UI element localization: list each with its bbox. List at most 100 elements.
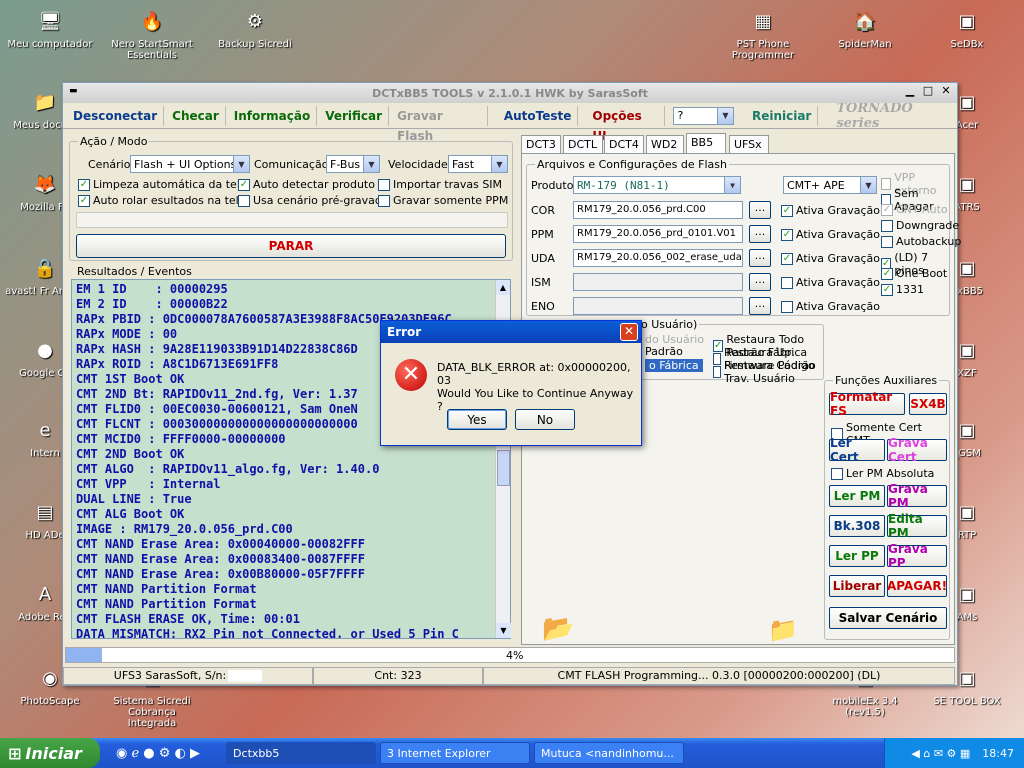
- browse-button[interactable]: ...: [749, 297, 771, 315]
- dialog-titlebar[interactable]: Error ✕: [381, 321, 641, 343]
- scroll-down-icon[interactable]: ▼: [496, 623, 511, 638]
- cenario-select[interactable]: Flash + UI Options ▼: [130, 155, 250, 173]
- grava-pm-button[interactable]: Grava PM: [887, 482, 947, 510]
- desktop-icon[interactable]: ⚙ Backup Sicredi: [210, 5, 300, 51]
- flash-file-field[interactable]: [573, 297, 743, 315]
- flash-file-field[interactable]: RM179_20.0.056_prd_0101.V01: [573, 225, 743, 243]
- tornado-logo: TORNADO series: [836, 100, 913, 131]
- edita-pm-button[interactable]: Edita PM: [887, 512, 947, 540]
- verificar-button[interactable]: Verificar: [319, 105, 390, 126]
- sx4b-button[interactable]: SX4B: [909, 393, 947, 415]
- yes-button[interactable]: Yes: [447, 409, 507, 430]
- option-checkbox[interactable]: ✓ 1331: [881, 283, 924, 296]
- salvar-cenario-button[interactable]: Salvar Cenário: [829, 607, 947, 629]
- checar-button[interactable]: Checar: [166, 105, 226, 126]
- desconectar-button[interactable]: Desconectar: [67, 105, 165, 126]
- scroll-up-icon[interactable]: ▲: [496, 280, 510, 295]
- tab-dct3[interactable]: DCT3: [521, 135, 561, 153]
- ativa-gravacao-checkbox[interactable]: ✓ Ativa Gravação: [781, 252, 880, 265]
- log-line: CMT NAND Erase Area: 0x00040000-00082FFF: [76, 537, 365, 551]
- ativa-gravacao-label: Ativa Gravação: [796, 228, 881, 241]
- ativa-gravacao-checkbox[interactable]: Ativa Gravação: [781, 276, 880, 289]
- system-menu-icon[interactable]: ▬: [69, 86, 79, 96]
- open-folder-icon[interactable]: 📂: [542, 614, 574, 644]
- reiniciar-button[interactable]: Reiniciar: [746, 105, 819, 126]
- desktop-icon[interactable]: 🖥 Meu computador: [5, 5, 95, 51]
- tab-dctl[interactable]: DCTL: [563, 135, 603, 153]
- auto-rolar-checkbox[interactable]: ✓ Auto rolar esultados na tela: [78, 194, 245, 207]
- parar-button[interactable]: PARAR: [76, 234, 506, 258]
- progress-bar: 4%: [65, 647, 955, 663]
- task-mutuca[interactable]: Mutuca <nandinhomu...: [534, 742, 685, 764]
- browse-button[interactable]: ...: [749, 249, 771, 267]
- start-button[interactable]: ⊞ Iniciar: [0, 738, 100, 768]
- minimize-button[interactable]: ▁: [903, 85, 917, 99]
- dialog-close-button[interactable]: ✕: [620, 323, 638, 341]
- flash-file-field[interactable]: RM179_20.0.056_002_erase_uda: [573, 249, 743, 267]
- tray-icons[interactable]: ◀ ⌂ ✉ ⚙ ▦: [911, 747, 970, 760]
- option-checkbox[interactable]: ✓ CNT Auto: [881, 203, 948, 216]
- maximize-button[interactable]: □: [921, 85, 935, 99]
- desktop-icon[interactable]: 🔥 Nero StartSmart Essentials: [107, 5, 197, 62]
- limpeza-checkbox[interactable]: ✓ Limpeza automática da tela: [78, 178, 247, 191]
- gravar-ppm-checkbox[interactable]: Gravar somente PPM: [378, 194, 508, 207]
- desktop-icon[interactable]: ▦ PST Phone Programmer: [718, 5, 808, 62]
- formatar-fs-button[interactable]: Formatar FS: [829, 390, 905, 418]
- restore-checkbox[interactable]: Restaura Código Trav. Usuário: [713, 359, 823, 385]
- usa-cenario-label: Usa cenário pré-gravado: [253, 194, 389, 207]
- close-button[interactable]: ✕: [939, 85, 953, 99]
- checkbox-empty-icon: [881, 219, 893, 232]
- quicklaunch-icons[interactable]: ◉ ℯ ● ⚙ ◐ ▶: [116, 746, 200, 761]
- clock[interactable]: 18:47: [982, 747, 1014, 760]
- ler-pp-button[interactable]: Ler PP: [829, 545, 885, 567]
- tab-wd2[interactable]: WD2: [646, 135, 684, 153]
- browse-button[interactable]: ...: [749, 225, 771, 243]
- tab-bb5[interactable]: BB5: [686, 133, 726, 154]
- folder-icon[interactable]: 📁: [768, 616, 798, 644]
- tab-dct4[interactable]: DCT4: [604, 135, 644, 153]
- auto-detectar-checkbox[interactable]: ✓ Auto detectar produto: [238, 178, 375, 191]
- option-checkbox[interactable]: Downgrade: [881, 219, 959, 232]
- gravar-flash-button[interactable]: Gravar Flash: [391, 105, 488, 143]
- opcoes-ui-button[interactable]: Opções UI: [586, 105, 666, 143]
- no-button[interactable]: No: [515, 409, 575, 430]
- ler-cert-button[interactable]: Ler Cert: [829, 436, 885, 464]
- window-titlebar[interactable]: ▬ DCTxBB5 TOOLS v 2.1.0.1 HWK by SarasSo…: [63, 83, 957, 103]
- ativa-gravacao-checkbox[interactable]: ✓ Ativa Gravação: [781, 228, 880, 241]
- cmt-select[interactable]: CMT+ APE ▼: [783, 176, 877, 194]
- option-checkbox[interactable]: ✓ One Boot: [881, 267, 947, 280]
- help-select[interactable]: ? ▼: [673, 106, 734, 125]
- task-dctxbb5[interactable]: Dctxbb5: [226, 742, 377, 764]
- funcoes-aux-group: Funções Auxiliares Formatar FS SX4B Some…: [824, 374, 950, 640]
- tab-ufsx[interactable]: UFSx: [729, 135, 769, 153]
- comunicacao-select[interactable]: F-Bus ▼: [326, 155, 380, 173]
- informacao-button[interactable]: Informação: [228, 105, 318, 126]
- desktop-icon[interactable]: 🏠 SpiderMan: [820, 5, 910, 51]
- ativa-gravacao-checkbox[interactable]: Ativa Gravação: [781, 300, 880, 313]
- produto-select[interactable]: RM-179 (N81-1) ▼: [573, 176, 741, 194]
- task-internet-explorer[interactable]: 3 Internet Explorer: [380, 742, 531, 764]
- ativa-gravacao-checkbox[interactable]: ✓ Ativa Gravação: [781, 204, 880, 217]
- ler-pm-abs-checkbox[interactable]: Ler PM Absoluta: [831, 467, 934, 480]
- user-data-left-3[interactable]: o Fábrica: [645, 359, 703, 372]
- option-checkbox[interactable]: Autobackup: [881, 235, 961, 248]
- importar-checkbox[interactable]: Importar travas SIM: [378, 178, 502, 191]
- flash-file-field[interactable]: [573, 273, 743, 291]
- scenario-path-field[interactable]: [76, 212, 508, 228]
- flash-file-field[interactable]: RM179_20.0.056_prd.C00: [573, 201, 743, 219]
- chevron-down-icon: ▼: [860, 177, 876, 193]
- grava-pp-button[interactable]: Grava PP: [887, 542, 947, 570]
- scroll-thumb[interactable]: [497, 450, 510, 486]
- desktop-icon[interactable]: ▣ SeDBx: [922, 5, 1012, 51]
- liberar-button[interactable]: Liberar: [829, 575, 885, 597]
- bk308-button[interactable]: Bk.308: [829, 515, 885, 537]
- grava-cert-button[interactable]: Grava Cert: [887, 436, 947, 464]
- usa-cenario-checkbox[interactable]: Usa cenário pré-gravado: [238, 194, 389, 207]
- ler-pm-button[interactable]: Ler PM: [829, 485, 885, 507]
- autoteste-button[interactable]: AutoTeste: [498, 105, 579, 126]
- velocidade-select[interactable]: Fast ▼: [448, 155, 508, 173]
- flash-row-label: ISM: [531, 276, 551, 289]
- browse-button[interactable]: ...: [749, 273, 771, 291]
- apagar-button[interactable]: APAGAR!: [887, 575, 947, 597]
- browse-button[interactable]: ...: [749, 201, 771, 219]
